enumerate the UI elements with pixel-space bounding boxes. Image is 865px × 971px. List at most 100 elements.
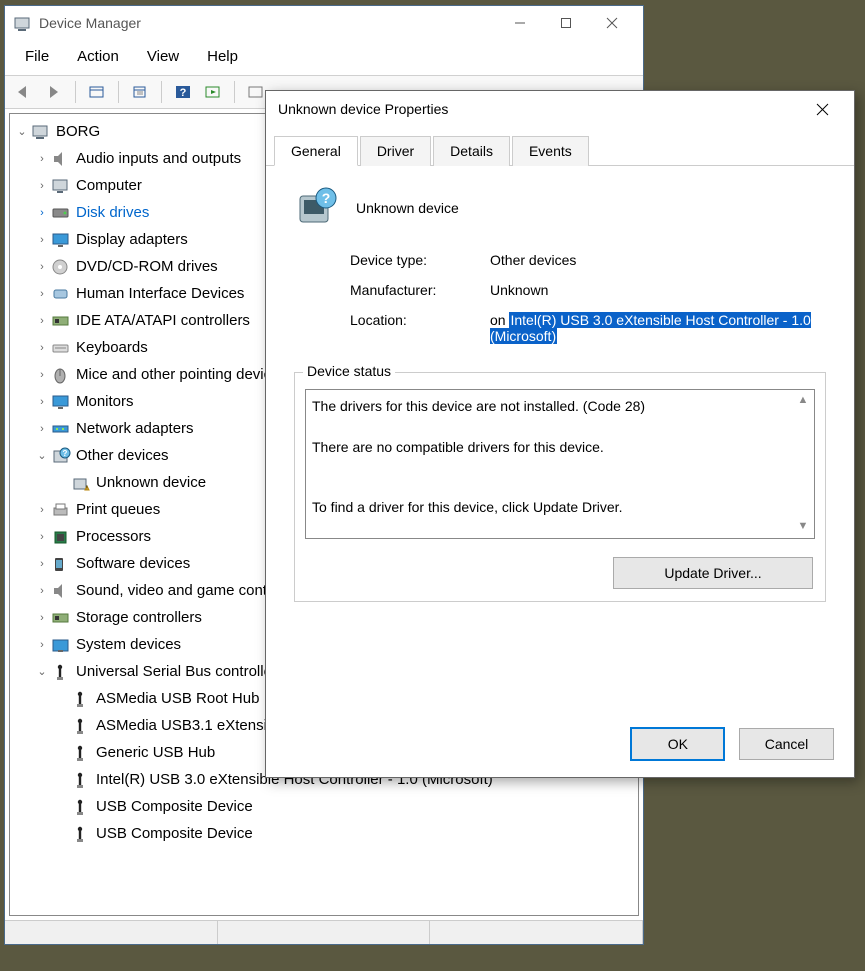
tb-forward[interactable]	[41, 79, 67, 105]
tab-events[interactable]: Events	[512, 136, 589, 166]
sys-icon	[50, 635, 72, 655]
node-label: DVD/CD-ROM drives	[76, 258, 218, 275]
expander-icon[interactable]: ›	[34, 261, 50, 273]
expander-icon[interactable]: ⌄	[14, 125, 30, 138]
other-icon: ?	[50, 446, 72, 466]
location-highlight[interactable]: Intel(R) USB 3.0 eXtensible Host Control…	[490, 312, 811, 344]
node-label: Other devices	[76, 447, 169, 464]
dm-titlebar: Device Manager	[5, 6, 643, 40]
expander-icon[interactable]: ›	[34, 612, 50, 624]
usb-icon	[70, 716, 92, 736]
cancel-button[interactable]: Cancel	[739, 728, 834, 760]
props-titlebar: Unknown device Properties	[266, 91, 854, 127]
expander-icon[interactable]: ›	[34, 180, 50, 192]
node-label: IDE ATA/ATAPI controllers	[76, 312, 250, 329]
usb-icon	[70, 770, 92, 790]
expander-icon[interactable]: ›	[34, 288, 50, 300]
expander-icon[interactable]: ›	[34, 342, 50, 354]
print-icon	[50, 500, 72, 520]
tb-show-hide[interactable]	[84, 79, 110, 105]
menu-action[interactable]: Action	[63, 44, 133, 69]
tb-properties[interactable]	[127, 79, 153, 105]
usb-icon	[70, 743, 92, 763]
computer-icon	[50, 176, 72, 196]
expander-icon[interactable]: ›	[34, 369, 50, 381]
svg-text:?: ?	[63, 449, 68, 458]
props-close-button[interactable]	[802, 95, 842, 123]
expander-icon[interactable]: ⌄	[34, 665, 50, 678]
scroll-up-icon[interactable]: ▲	[794, 392, 812, 410]
expander-icon[interactable]: ›	[34, 585, 50, 597]
node-label: Network adapters	[76, 420, 194, 437]
display-icon	[50, 230, 72, 250]
cpu-icon	[50, 527, 72, 547]
dialog-buttons: OK Cancel	[266, 715, 854, 777]
expander-icon[interactable]: ›	[34, 396, 50, 408]
tb-scan[interactable]	[200, 79, 226, 105]
expander-icon[interactable]: ›	[34, 558, 50, 570]
expander-icon[interactable]: ⌄	[34, 449, 50, 462]
node-label: System devices	[76, 636, 181, 653]
dm-menubar: File Action View Help	[5, 40, 643, 75]
node-label: Universal Serial Bus controllers	[76, 663, 284, 680]
device-status-text[interactable]: The drivers for this device are not inst…	[305, 389, 815, 539]
node-label: Unknown device	[96, 474, 206, 491]
menu-file[interactable]: File	[11, 44, 63, 69]
device-status-group: Device status The drivers for this devic…	[294, 372, 826, 602]
device-type-value: Other devices	[490, 252, 826, 268]
dvd-icon	[50, 257, 72, 277]
tab-details[interactable]: Details	[433, 136, 510, 166]
location-value: on Intel(R) USB 3.0 eXtensible Host Cont…	[490, 312, 826, 344]
tree-node-usb[interactable]: USB Composite Device	[10, 820, 638, 847]
device-manager-icon	[13, 14, 31, 32]
node-label: Print queues	[76, 501, 160, 518]
ok-button[interactable]: OK	[630, 727, 725, 761]
mouse-icon	[50, 365, 72, 385]
ide-icon	[50, 311, 72, 331]
expander-icon[interactable]: ›	[34, 315, 50, 327]
disk-icon	[50, 203, 72, 223]
node-label: Computer	[76, 177, 142, 194]
node-label: ASMedia USB Root Hub	[96, 690, 259, 707]
menu-help[interactable]: Help	[193, 44, 252, 69]
tab-general[interactable]: General	[274, 136, 358, 166]
node-label: Generic USB Hub	[96, 744, 215, 761]
svg-text:?: ?	[322, 190, 331, 206]
computer-icon	[30, 122, 52, 142]
node-label: USB Composite Device	[96, 825, 253, 842]
node-label: Processors	[76, 528, 151, 545]
expander-icon[interactable]: ›	[34, 639, 50, 651]
tb-back[interactable]	[11, 79, 37, 105]
expander-icon[interactable]: ›	[34, 423, 50, 435]
audio-icon	[50, 149, 72, 169]
device-status-legend: Device status	[303, 363, 395, 379]
node-label: Software devices	[76, 555, 190, 572]
net-icon	[50, 419, 72, 439]
maximize-button[interactable]	[543, 8, 589, 38]
usb-icon	[70, 689, 92, 709]
props-title: Unknown device Properties	[278, 101, 802, 117]
unknown-device-icon: !	[70, 473, 92, 493]
minimize-button[interactable]	[497, 8, 543, 38]
tb-help[interactable]: ?	[170, 79, 196, 105]
tab-row: General Driver Details Events	[266, 127, 854, 166]
usbctl-icon	[50, 662, 72, 682]
usb-icon	[70, 797, 92, 817]
update-driver-button[interactable]: Update Driver...	[613, 557, 813, 589]
expander-icon[interactable]: ›	[34, 207, 50, 219]
soft-icon	[50, 554, 72, 574]
scroll-down-icon[interactable]: ▼	[794, 518, 812, 536]
tab-driver[interactable]: Driver	[360, 136, 431, 166]
tree-node-usb[interactable]: USB Composite Device	[10, 793, 638, 820]
properties-dialog: Unknown device Properties General Driver…	[265, 90, 855, 778]
expander-icon[interactable]: ›	[34, 504, 50, 516]
close-button[interactable]	[589, 8, 635, 38]
node-label: Mice and other pointing devices	[76, 366, 287, 383]
expander-icon[interactable]: ›	[34, 531, 50, 543]
storage-icon	[50, 608, 72, 628]
node-label: USB Composite Device	[96, 798, 253, 815]
expander-icon[interactable]: ›	[34, 234, 50, 246]
node-label: Disk drives	[76, 204, 149, 221]
expander-icon[interactable]: ›	[34, 153, 50, 165]
menu-view[interactable]: View	[133, 44, 193, 69]
